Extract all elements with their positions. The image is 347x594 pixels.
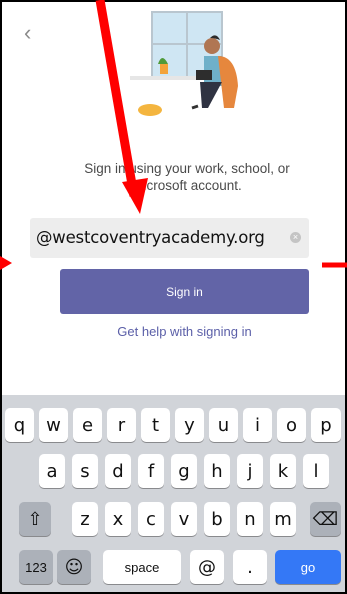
annotation-arrow-line	[95, 0, 139, 197]
annotation-arrow-head	[122, 178, 148, 214]
annotation-left-arrowhead	[0, 256, 12, 270]
annotation-arrows	[0, 0, 347, 270]
